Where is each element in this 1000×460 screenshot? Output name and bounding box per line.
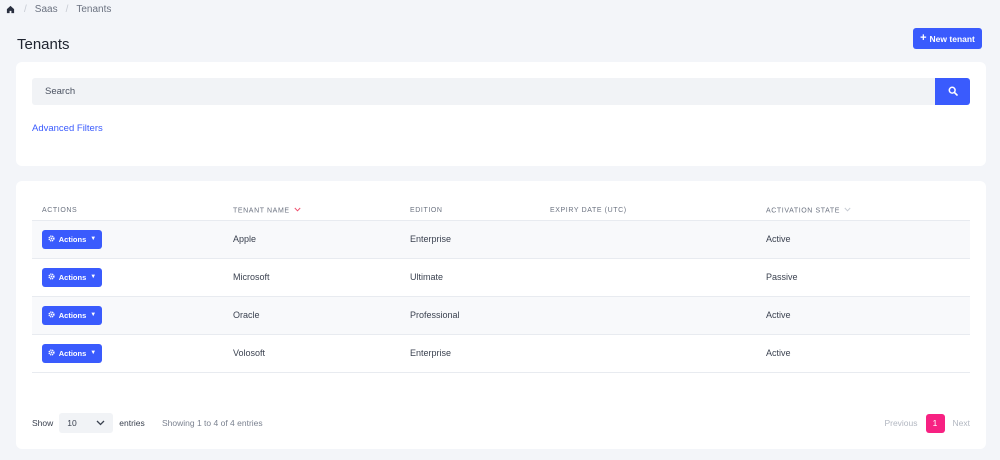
tenants-table-card: ACTIONS TENANT NAME EDITION EXPIRY DATE … (16, 181, 986, 449)
actions-cell: Actions ▼ (32, 334, 223, 373)
actions-button[interactable]: Actions ▼ (42, 229, 102, 249)
chevron-down-icon (96, 418, 105, 428)
activation-state-cell: Active (756, 220, 970, 259)
sort-desc-icon (294, 207, 301, 214)
breadcrumb-tenants: Tenants (76, 3, 112, 15)
table-row: Actions ▼ Volosoft Enterprise Active (32, 334, 970, 373)
page-size-control: Show 10 entries (32, 413, 145, 433)
actions-cell: Actions ▼ (32, 258, 223, 297)
column-header-expiry-date[interactable]: EXPIRY DATE (UTC) (540, 201, 756, 221)
table-header-row: ACTIONS TENANT NAME EDITION EXPIRY DATE … (32, 201, 970, 221)
edition-cell: Enterprise (400, 220, 540, 259)
show-label: Show (32, 418, 54, 428)
actions-button-label: Actions (58, 272, 87, 282)
breadcrumb: / Saas / Tenants (6, 2, 111, 16)
next-page-button[interactable]: Next (953, 418, 970, 428)
home-icon[interactable] (6, 4, 16, 14)
gear-icon (48, 310, 55, 320)
activation-state-cell: Active (756, 334, 970, 373)
page-title: Tenants (17, 36, 70, 53)
expiry-date-cell (540, 220, 756, 259)
tenant-name-cell: Microsoft (223, 258, 400, 297)
sort-icon (844, 207, 851, 214)
column-header-edition[interactable]: EDITION (400, 201, 540, 221)
actions-button-label: Actions (58, 310, 87, 320)
column-header-tenant-name[interactable]: TENANT NAME (223, 201, 400, 221)
actions-button[interactable]: Actions ▼ (42, 305, 102, 325)
page-size-select[interactable]: 10 (59, 413, 114, 433)
search-row: Search (32, 78, 970, 105)
caret-down-icon: ▼ (90, 312, 97, 318)
breadcrumb-separator: / (24, 3, 27, 15)
gear-icon (48, 234, 55, 244)
actions-button-label: Actions (58, 234, 87, 244)
tenant-name-cell: Oracle (223, 296, 400, 335)
expiry-date-cell (540, 334, 756, 373)
actions-cell: Actions ▼ (32, 220, 223, 259)
new-tenant-label: New tenant (929, 33, 975, 44)
search-button[interactable] (935, 78, 970, 105)
caret-down-icon: ▼ (90, 274, 97, 280)
actions-cell: Actions ▼ (32, 296, 223, 335)
search-icon (948, 83, 958, 101)
page-size-value: 10 (67, 418, 77, 428)
actions-button-label: Actions (58, 348, 87, 358)
expiry-date-cell (540, 258, 756, 297)
expiry-date-cell (540, 296, 756, 335)
activation-state-cell: Active (756, 296, 970, 335)
caret-down-icon: ▼ (90, 236, 97, 242)
search-input[interactable]: Search (32, 78, 935, 105)
new-tenant-button[interactable]: + New tenant (913, 28, 982, 49)
tenants-table: ACTIONS TENANT NAME EDITION EXPIRY DATE … (32, 201, 970, 373)
edition-cell: Enterprise (400, 334, 540, 373)
breadcrumb-separator: / (65, 3, 69, 15)
column-header-activation-state[interactable]: ACTIVATION STATE (756, 201, 970, 221)
page-1-button[interactable]: 1 (925, 413, 945, 433)
tenant-name-header-label: TENANT NAME (233, 206, 290, 214)
plus-icon: + (920, 32, 927, 44)
table-row: Actions ▼ Microsoft Ultimate Passive (32, 258, 970, 297)
activation-state-cell: Passive (756, 258, 970, 297)
activation-state-header-label: ACTIVATION STATE (766, 206, 841, 214)
entries-label: entries (119, 418, 145, 428)
tenant-name-cell: Volosoft (223, 334, 400, 373)
gear-icon (48, 272, 55, 282)
gear-icon (48, 348, 55, 358)
edition-cell: Professional (400, 296, 540, 335)
previous-page-button[interactable]: Previous (884, 418, 917, 428)
table-row: Actions ▼ Apple Enterprise Active (32, 220, 970, 259)
pagination: Previous 1 Next (884, 413, 970, 433)
edition-cell: Ultimate (400, 258, 540, 297)
table-row: Actions ▼ Oracle Professional Active (32, 296, 970, 335)
search-placeholder: Search (45, 86, 76, 97)
column-header-actions: ACTIONS (32, 201, 223, 221)
advanced-filters-link[interactable]: Advanced Filters (32, 123, 103, 134)
breadcrumb-saas[interactable]: Saas (35, 4, 58, 15)
actions-button[interactable]: Actions ▼ (42, 267, 102, 287)
actions-button[interactable]: Actions ▼ (42, 343, 102, 363)
pagination-info: Showing 1 to 4 of 4 entries (162, 418, 263, 428)
caret-down-icon: ▼ (90, 350, 97, 356)
tenant-name-cell: Apple (223, 220, 400, 259)
search-card: Search Advanced Filters (16, 62, 986, 166)
